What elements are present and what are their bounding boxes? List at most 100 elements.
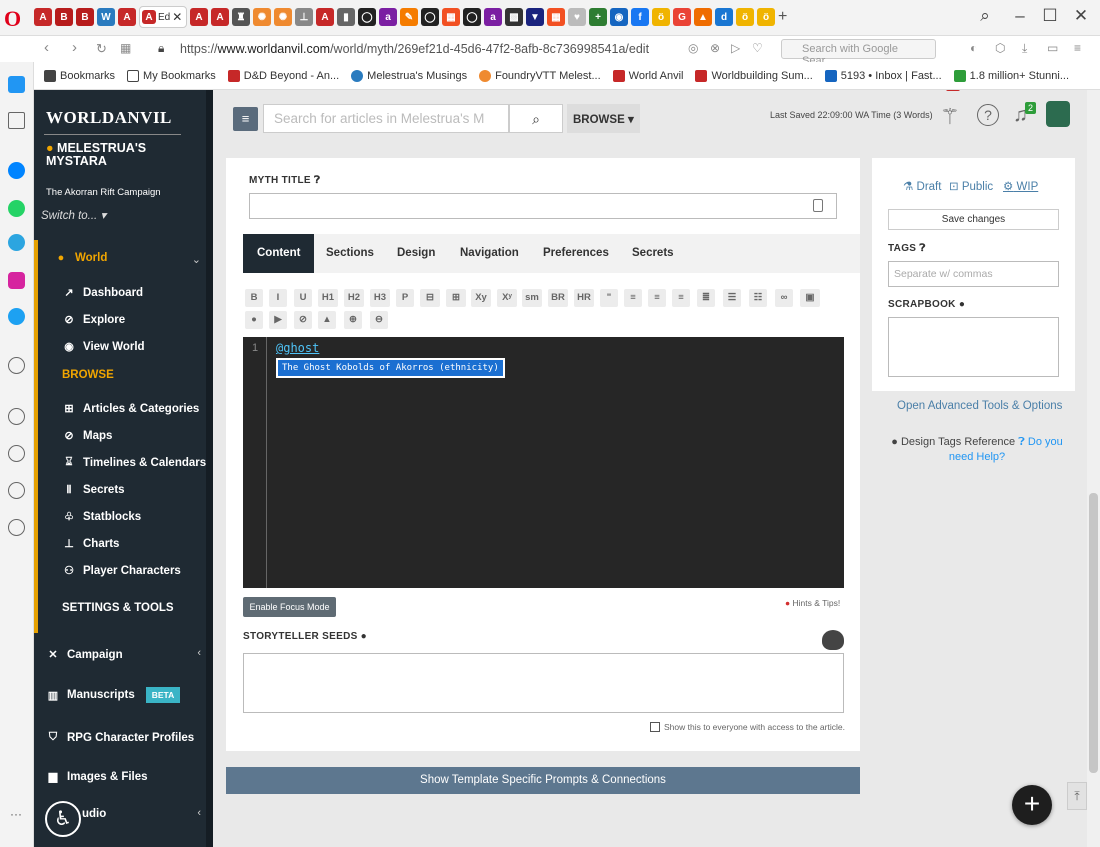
show-everyone-checkbox[interactable] [650, 722, 660, 732]
tab-favicon-icon[interactable]: f [631, 8, 649, 26]
tab-favicon-icon[interactable]: ▩ [505, 8, 523, 26]
history-icon[interactable] [8, 445, 25, 462]
adblock-icon[interactable]: ⊗ [710, 41, 720, 55]
spoiler-icon[interactable]: ● [245, 311, 263, 329]
mention-text[interactable]: @ghost [276, 341, 319, 355]
messenger-icon[interactable] [8, 162, 25, 179]
settings-icon[interactable] [8, 519, 25, 536]
subscript-button[interactable]: Xy [471, 289, 491, 307]
reload-icon[interactable]: ↻ [96, 41, 107, 57]
downloads-icon[interactable] [8, 482, 25, 499]
password-manager-icon[interactable] [813, 199, 823, 212]
tab-content[interactable]: Content [243, 234, 315, 273]
info-icon[interactable]: ● [361, 631, 367, 642]
tab-favicon-icon[interactable]: ▦ [442, 8, 460, 26]
tab-favicon-icon[interactable]: ♜ [232, 8, 250, 26]
sidebar-item-dashboard[interactable]: ↗ Dashboard [62, 286, 143, 300]
sidebar-item-timelines[interactable]: ⌛︎ Timelines & Calendars [62, 456, 207, 469]
tab-favicon-icon[interactable]: G [673, 8, 691, 26]
zoom-in-icon[interactable]: ⊕ [344, 311, 362, 329]
storyteller-seeds-textarea[interactable] [243, 653, 844, 713]
heart-icon[interactable] [8, 408, 25, 425]
settings-sliders-icon[interactable]: ≡ [1074, 41, 1081, 55]
sidebar-item-rpg-profiles[interactable]: ⛉ RPG Character Profiles [46, 731, 194, 744]
wip-toggle[interactable]: ⚙ WIP [1003, 179, 1038, 193]
maximize-icon[interactable]: ☐ [1035, 6, 1065, 26]
menu-toggle-button[interactable]: ≡ [233, 107, 258, 131]
browse-dropdown[interactable]: BROWSE ▾ [567, 104, 640, 133]
speed-dial-icon[interactable]: ▦ [120, 41, 131, 55]
paragraph-button[interactable]: P [396, 289, 414, 307]
search-button[interactable]: ⌕ [509, 104, 563, 133]
tab-favicon-icon[interactable]: ö [736, 8, 754, 26]
tab-favicon-icon[interactable]: ◯ [358, 8, 376, 26]
underline-button[interactable]: U [294, 289, 312, 307]
bookmark-item[interactable]: 5193 • Inbox | Fast... [824, 69, 942, 82]
back-icon[interactable]: ‹ [44, 39, 49, 56]
chevron-down-icon[interactable]: ⌄ [192, 253, 201, 266]
search-tabs-icon[interactable]: ⌕ [970, 6, 1000, 26]
sidebar-item-statblocks[interactable]: ♧ Statblocks [62, 510, 141, 524]
draft-toggle[interactable]: ⚗ Draft [903, 179, 941, 193]
tab-favicon-icon[interactable]: ✺ [253, 8, 271, 26]
public-toggle[interactable]: ⊡ Public [949, 179, 993, 193]
hints-link[interactable]: ● Hints & Tips! [785, 598, 840, 608]
minimize-icon[interactable]: – [1005, 6, 1035, 26]
small-button[interactable]: sm [522, 289, 542, 307]
bookmark-item[interactable]: Bookmarks [44, 69, 115, 82]
sidebar-item-images[interactable]: ▆ Images & Files [46, 770, 148, 784]
h1-button[interactable]: H1 [318, 289, 338, 307]
tab-favicon-icon[interactable]: A [190, 8, 208, 26]
tab-favicon-icon[interactable]: ◯ [463, 8, 481, 26]
show-prompts-button[interactable]: Show Template Specific Prompts & Connect… [226, 767, 860, 794]
bold-button[interactable]: B [245, 289, 263, 307]
star-icon[interactable] [8, 112, 25, 129]
share-icon[interactable]: ▷ [731, 41, 740, 55]
bullet-list-icon[interactable]: ☰ [723, 289, 741, 307]
snapshot-icon[interactable]: ◎ [688, 41, 698, 55]
help-circle-icon[interactable]: ❓︎ [314, 175, 320, 186]
opera-logo-icon[interactable]: O [4, 6, 26, 31]
sidebar-item-settings[interactable]: SETTINGS & TOOLS [62, 602, 174, 614]
window-close-icon[interactable]: ✕ [1066, 6, 1096, 26]
tab-favicon-icon[interactable]: ✺ [274, 8, 292, 26]
myth-title-input[interactable] [249, 193, 837, 219]
article-search-input[interactable]: Search for articles in Melestrua's M [263, 104, 509, 133]
sidebar-item-view-world[interactable]: ◉ View World [62, 340, 144, 354]
tab-favicon-icon[interactable]: ◉ [610, 8, 628, 26]
switch-world-dropdown[interactable]: Switch to... ▾ [41, 208, 106, 222]
avatar[interactable] [1046, 101, 1070, 127]
hidden-icon[interactable]: ⊘ [294, 311, 312, 329]
add-button[interactable]: + [1012, 785, 1052, 825]
sidebar-item-charts[interactable]: ⊥ Charts [62, 537, 119, 551]
tab-preferences[interactable]: Preferences [529, 234, 623, 273]
hr-button[interactable]: HR [574, 289, 594, 307]
flow-icon[interactable] [8, 357, 25, 374]
home-icon[interactable] [8, 76, 25, 93]
tab-favicon-icon[interactable]: ▮ [337, 8, 355, 26]
tab-favicon-icon[interactable]: A [34, 8, 52, 26]
tab-sections[interactable]: Sections [312, 234, 388, 273]
tab-favicon-icon[interactable]: W [97, 8, 115, 26]
h2-button[interactable]: H2 [344, 289, 364, 307]
sidebar-item-explore[interactable]: ⊘ Explore [62, 313, 125, 327]
worldanvil-logo[interactable]: WORLDANVIL [46, 108, 172, 128]
google-search-input[interactable]: Search with Google Sear... [781, 39, 936, 67]
active-tab[interactable]: A Ed ✕ [139, 6, 187, 28]
container-icon[interactable]: ⊟ [420, 289, 440, 307]
table-icon[interactable]: ⊞ [446, 289, 466, 307]
align-right-icon[interactable]: ≡ [672, 289, 690, 307]
scroll-to-top-icon[interactable]: ⤒ [1067, 782, 1087, 810]
tab-favicon-icon[interactable]: ▼ [526, 8, 544, 26]
link-icon[interactable]: ∞ [775, 289, 793, 307]
autocomplete-suggestion[interactable]: The Ghost Kobolds of Akorros (ethnicity) [276, 358, 505, 378]
bookmark-item[interactable]: Worldbuilding Sum... [695, 69, 813, 82]
scrollbar-thumb[interactable] [1089, 493, 1098, 773]
bookmark-item[interactable]: D&D Beyond - An... [227, 69, 339, 82]
tab-favicon-icon[interactable]: B [76, 8, 94, 26]
sidebar-item-player-characters[interactable]: ⚇ Player Characters [62, 564, 181, 578]
quote-button[interactable]: " [600, 289, 618, 307]
save-changes-button[interactable]: Save changes [888, 209, 1059, 230]
tab-favicon-icon[interactable]: a [484, 8, 502, 26]
tab-navigation[interactable]: Navigation [446, 234, 533, 273]
